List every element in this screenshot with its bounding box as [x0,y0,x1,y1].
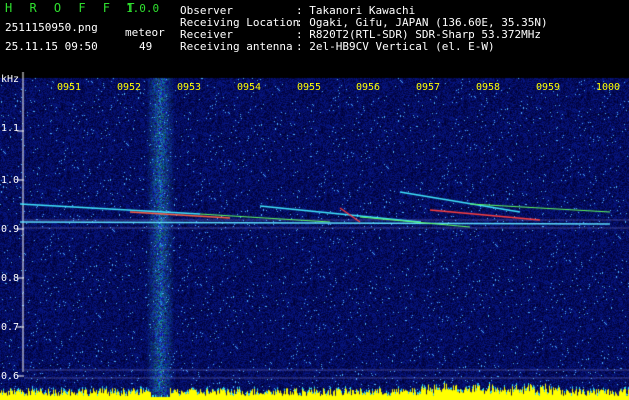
x-tick-label: 0955 [297,82,322,93]
x-tick-label: 0957 [416,82,441,93]
x-tick-label: 0954 [237,82,262,93]
field-label-antenna: Receiving antenna [180,40,293,53]
y-tick-label: 1.0 [1,175,20,186]
datetime: 25.11.15 09:50 [5,40,98,53]
app-version: 1.0.0 [126,2,160,15]
y-axis-unit: kHz [1,74,20,85]
x-tick-label: 0959 [536,82,561,93]
field-value-antenna: : 2el-HB9CV Vertical (el. E-W) [296,40,495,53]
filename: 2511150950.png [5,21,98,34]
x-tick-label: 0953 [177,82,202,93]
x-tick-label: 0958 [476,82,501,93]
y-tick-label: 1.1 [1,123,20,134]
header-panel: H R O F F T 1.0.0 2511150950.png meteor … [0,0,629,72]
spectrogram [0,72,629,400]
counter-label: meteor [125,26,165,39]
x-tick-label: 0951 [57,82,82,93]
counter-value: 49 [139,40,153,53]
y-tick-label: 0.6 [1,371,20,382]
x-tick-label: 0952 [117,82,142,93]
y-tick-label: 0.7 [1,322,20,333]
x-tick-label: 1000 [596,82,621,93]
y-tick-label: 0.9 [1,224,20,235]
app-name: H R O F F T [5,1,140,15]
y-tick-label: 0.8 [1,273,20,284]
x-tick-label: 0956 [356,82,381,93]
